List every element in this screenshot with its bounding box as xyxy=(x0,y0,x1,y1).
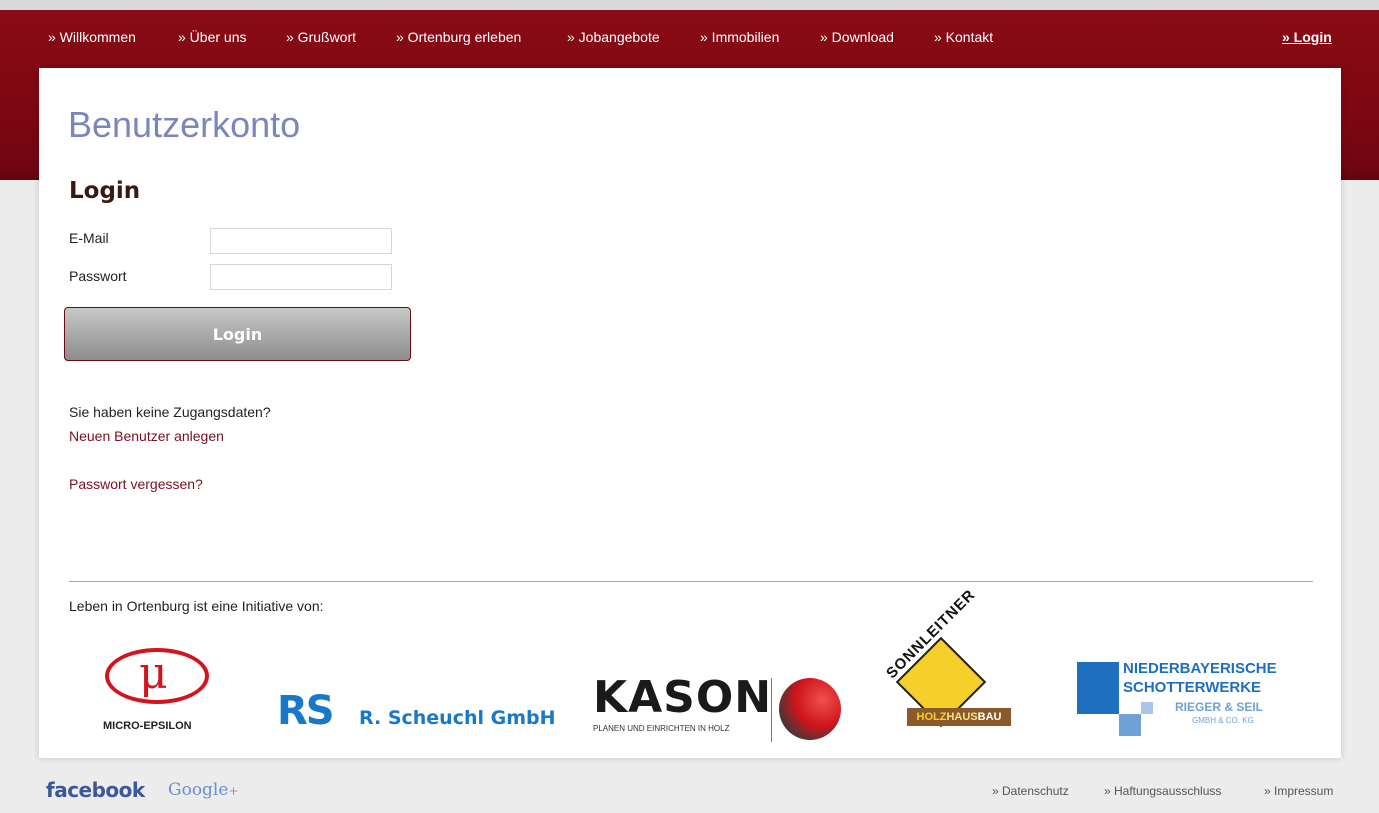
scheuchl-mark: RS xyxy=(277,688,335,734)
page-title: Benutzerkonto xyxy=(68,104,301,145)
nav-immobilien[interactable]: » Immobilien xyxy=(700,29,779,45)
schotterwerke-line3: RIEGER & SEIL xyxy=(1175,700,1264,714)
nav-ueber-uns[interactable]: » Über uns xyxy=(178,29,246,45)
divider xyxy=(69,581,1313,582)
email-label: E-Mail xyxy=(69,230,109,246)
nav-kontakt[interactable]: » Kontakt xyxy=(934,29,993,45)
scheuchl-name: R. Scheuchl GmbH xyxy=(359,707,556,729)
password-field[interactable] xyxy=(210,264,392,290)
footer-impressum[interactable]: » Impressum xyxy=(1264,784,1333,798)
kason-logo[interactable]: KASON PLANEN UND EINRICHTEN IN HOLZ xyxy=(593,672,843,748)
forgot-password-link[interactable]: Passwort vergessen? xyxy=(69,476,203,492)
nav-jobangebote[interactable]: » Jobangebote xyxy=(567,29,660,45)
nav-willkommen[interactable]: » Willkommen xyxy=(48,29,136,45)
schotterwerke-block-small xyxy=(1141,702,1153,714)
google-plus-link[interactable]: Google+ xyxy=(168,780,239,800)
scheuchl-logo[interactable]: RS R. Scheuchl GmbH xyxy=(277,688,567,738)
email-field[interactable] xyxy=(210,228,392,254)
sonnleitner-tagline-bau: BAU xyxy=(977,711,1002,723)
nav-ortenburg-erleben[interactable]: » Ortenburg erleben xyxy=(396,29,521,45)
schotterwerke-line1: NIEDERBAYERISCHE xyxy=(1123,660,1277,677)
schotterwerke-line2: SCHOTTERWERKE xyxy=(1123,679,1262,696)
content-panel: Benutzerkonto Login E-Mail Passwort Logi… xyxy=(39,68,1341,758)
schotterwerke-block-large xyxy=(1077,662,1119,714)
sonnleitner-tagline-haus: HAUS xyxy=(946,711,978,723)
nav-login[interactable]: » Login xyxy=(1282,29,1332,45)
schotterwerke-block-medium xyxy=(1119,714,1141,736)
nav-download[interactable]: » Download xyxy=(820,29,894,45)
schotterwerke-logo[interactable]: NIEDERBAYERISCHE SCHOTTERWERKE RIEGER & … xyxy=(1075,658,1295,744)
login-button[interactable]: Login xyxy=(64,307,411,361)
google-plus-name: Google xyxy=(168,780,229,800)
facebook-link[interactable]: facebook xyxy=(46,778,145,802)
google-plus-mark: + xyxy=(228,784,239,798)
micro-epsilon-logo[interactable]: μ MICRO-EPSILON xyxy=(95,646,225,736)
footer-haftungsausschluss[interactable]: » Haftungsausschluss xyxy=(1104,784,1221,798)
micro-epsilon-mark: μ xyxy=(139,648,168,699)
sonnleitner-tagline: HOLZHAUSBAU xyxy=(907,708,1011,726)
sonnleitner-tagline-holz: HOLZ xyxy=(916,711,947,723)
kason-tagline: PLANEN UND EINRICHTEN IN HOLZ xyxy=(593,724,730,733)
sponsors-intro: Leben in Ortenburg ist eine Initiative v… xyxy=(69,598,324,614)
login-heading: Login xyxy=(69,178,141,204)
micro-epsilon-name: MICRO-EPSILON xyxy=(103,720,192,732)
no-credentials-text: Sie haben keine Zugangsdaten? xyxy=(69,404,271,420)
nav-grusswort[interactable]: » Grußwort xyxy=(286,29,356,45)
kason-name: KASON xyxy=(593,672,773,723)
footer-datenschutz[interactable]: » Datenschutz xyxy=(992,784,1069,798)
register-link[interactable]: Neuen Benutzer anlegen xyxy=(69,428,224,444)
kason-separator xyxy=(771,678,772,742)
schotterwerke-line4: GMBH & CO. KG xyxy=(1192,716,1254,725)
main-nav: » Willkommen » Über uns » Grußwort » Ort… xyxy=(0,10,1379,66)
sonnleitner-logo[interactable]: SONNLEITNER HOLZHAUSBAU xyxy=(875,586,1025,734)
kason-sphere-icon xyxy=(779,678,841,740)
password-label: Passwort xyxy=(69,268,127,284)
